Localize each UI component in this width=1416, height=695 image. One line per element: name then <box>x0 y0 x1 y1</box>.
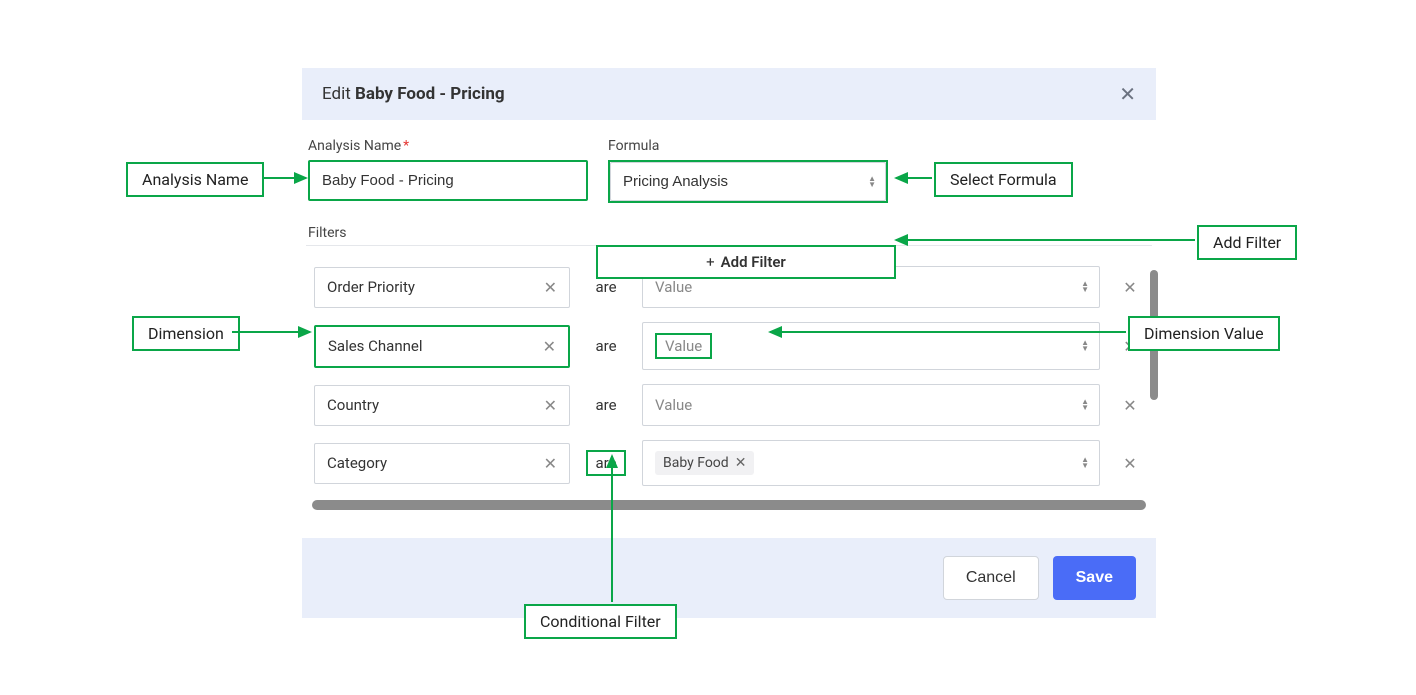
dialog-title-name: Baby Food - Pricing <box>355 84 505 104</box>
callout-dimension: Dimension <box>132 316 240 351</box>
operator-label: are <box>586 278 626 296</box>
callout-analysis-name: Analysis Name <box>126 162 264 197</box>
save-button[interactable]: Save <box>1053 556 1136 600</box>
filter-row: Country ✕ are Value ▲▼ ✕ <box>306 384 1152 426</box>
operator-label: are <box>586 337 626 355</box>
remove-row-icon[interactable]: ✕ <box>1116 454 1144 473</box>
filter-row: Sales Channel ✕ are Value ▲▼ ✕ <box>306 322 1152 370</box>
close-icon[interactable]: ✕ <box>1119 84 1136 104</box>
analysis-name-group: Analysis Name* <box>308 138 588 203</box>
chevron-updown-icon: ▲▼ <box>1081 340 1089 352</box>
chevron-updown-icon: ▲▼ <box>1081 281 1089 293</box>
callout-select-formula: Select Formula <box>934 162 1073 197</box>
chevron-updown-icon: ▲▼ <box>1081 399 1089 411</box>
dimension-input[interactable]: Order Priority ✕ <box>314 267 570 308</box>
dimension-input[interactable]: Sales Channel ✕ <box>314 325 570 368</box>
value-select[interactable]: Value ▲▼ <box>642 322 1100 370</box>
formula-group: Formula ▲▼ <box>608 138 888 203</box>
formula-label: Formula <box>608 138 888 154</box>
clear-icon[interactable]: ✕ <box>544 454 557 473</box>
chevron-updown-icon: ▲▼ <box>1081 457 1089 469</box>
filter-rows: Order Priority ✕ are Value ▲▼ ✕ Sales Ch… <box>306 266 1152 486</box>
callout-conditional-filter: Conditional Filter <box>524 604 677 639</box>
edit-analysis-dialog: Edit Baby Food - Pricing ✕ Analysis Name… <box>302 68 1156 618</box>
plus-icon: + <box>706 253 715 271</box>
clear-icon[interactable]: ✕ <box>543 337 556 356</box>
dialog-footer: Cancel Save <box>302 538 1156 618</box>
operator-label: are <box>586 450 626 476</box>
clear-icon[interactable]: ✕ <box>544 396 557 415</box>
dimension-input[interactable]: Country ✕ <box>314 385 570 426</box>
filters-label: Filters <box>302 203 1156 245</box>
callout-dimension-value: Dimension Value <box>1128 316 1280 351</box>
filter-row: Category ✕ are Baby Food ✕ ▲▼ ✕ <box>306 440 1152 486</box>
formula-value[interactable] <box>610 162 886 201</box>
value-chip: Baby Food ✕ <box>655 451 754 475</box>
dimension-input[interactable]: Category ✕ <box>314 443 570 484</box>
filter-body: + Add Filter Order Priority ✕ are Value ▲… <box>306 245 1152 510</box>
clear-icon[interactable]: ✕ <box>544 278 557 297</box>
chip-remove-icon[interactable]: ✕ <box>735 455 747 471</box>
remove-row-icon[interactable]: ✕ <box>1116 278 1144 297</box>
operator-label: are <box>586 396 626 414</box>
dialog-header: Edit Baby Food - Pricing ✕ <box>302 68 1156 120</box>
horizontal-scrollbar[interactable] <box>312 500 1146 510</box>
formula-select[interactable]: ▲▼ <box>608 160 888 203</box>
cancel-button[interactable]: Cancel <box>943 556 1039 600</box>
callout-add-filter: Add Filter <box>1197 225 1297 260</box>
remove-row-icon[interactable]: ✕ <box>1116 396 1144 415</box>
value-select[interactable]: Value ▲▼ <box>642 384 1100 426</box>
add-filter-button[interactable]: + Add Filter <box>596 245 896 279</box>
analysis-name-label: Analysis Name* <box>308 138 588 154</box>
add-filter-label: Add Filter <box>721 253 786 271</box>
dialog-title-prefix: Edit <box>322 84 355 104</box>
value-select[interactable]: Baby Food ✕ ▲▼ <box>642 440 1100 486</box>
dialog-title: Edit Baby Food - Pricing <box>322 84 505 104</box>
analysis-name-input[interactable] <box>308 160 588 201</box>
